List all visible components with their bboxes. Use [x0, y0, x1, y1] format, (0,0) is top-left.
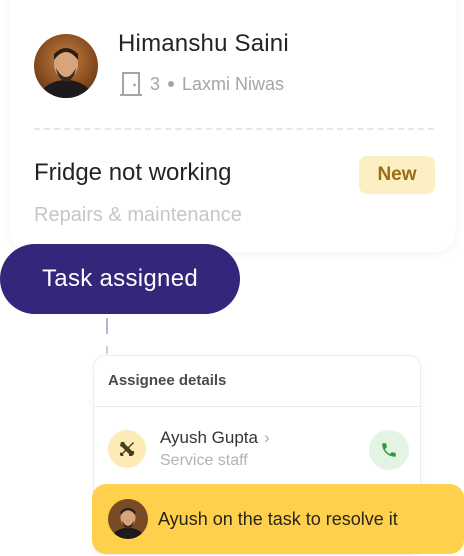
user-avatar: [34, 34, 98, 98]
assignee-name-link[interactable]: Ayush Gupta ›: [160, 428, 270, 448]
timeline-connector-dash: [106, 346, 108, 354]
assignee-divider: [94, 406, 420, 407]
unit-number: 3: [150, 73, 161, 94]
status-badge: New: [359, 156, 435, 194]
user-name: Himanshu Saini: [118, 30, 289, 57]
call-button[interactable]: [369, 430, 409, 470]
building-name: Laxmi Niwas: [182, 73, 285, 94]
task-assigned-pill: Task assigned: [0, 244, 240, 314]
timeline-connector: [106, 318, 108, 334]
separator-dot: [168, 81, 175, 87]
assignee-role: Service staff: [160, 452, 248, 469]
screen: Himanshu Saini 3 Laxmi Niwas Fridge not …: [0, 0, 464, 556]
phone-icon: [382, 443, 396, 457]
chevron-right-icon: ›: [263, 428, 270, 447]
unit-info: 3 Laxmi Niwas: [120, 70, 284, 98]
assignee-avatar: [108, 499, 148, 539]
door-icon: [120, 71, 142, 97]
dashed-divider: [34, 128, 434, 130]
assignee-header: Assignee details: [108, 372, 227, 389]
toast-notification: Ayush on the task to resolve it: [92, 484, 464, 554]
ticket-category: Repairs & maintenance: [34, 204, 242, 226]
assignee-name: Ayush Gupta: [160, 428, 258, 447]
tools-icon: [108, 430, 146, 468]
ticket-title: Fridge not working: [34, 159, 232, 186]
toast-message: Ayush on the task to resolve it: [158, 508, 398, 529]
